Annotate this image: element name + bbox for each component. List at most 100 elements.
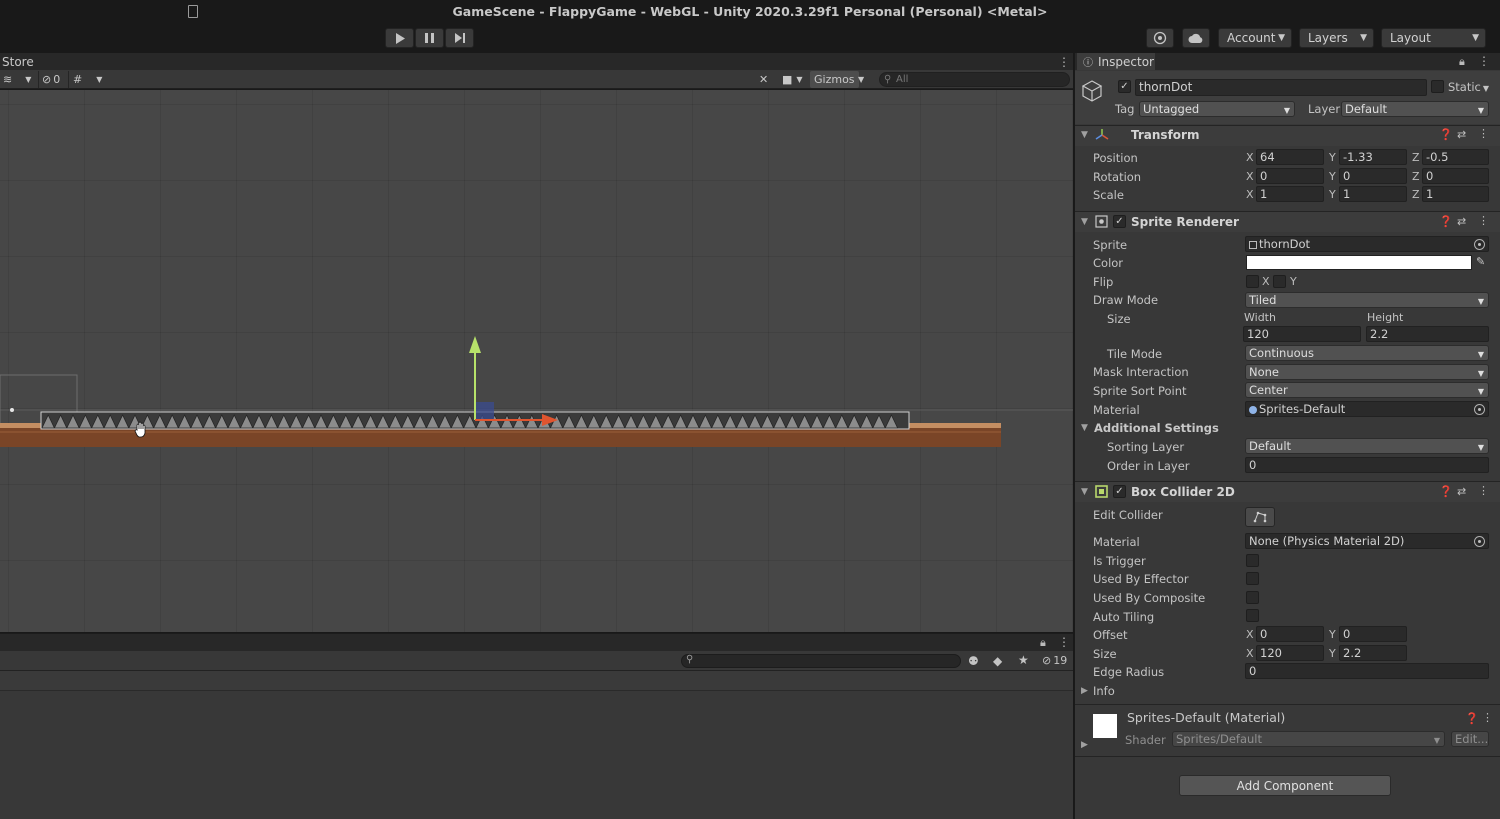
- rotation-z-field[interactable]: 0: [1422, 168, 1489, 184]
- draw-mode-dropdown[interactable]: ≋ ▼: [3, 71, 31, 88]
- scene-search-placeholder: All: [896, 74, 909, 85]
- help-icon[interactable]: ❓: [1439, 215, 1453, 228]
- offset-y-field[interactable]: 0: [1339, 626, 1407, 642]
- foldout-open-icon[interactable]: ▼: [1081, 487, 1088, 497]
- position-z-field[interactable]: -0.5: [1422, 149, 1489, 165]
- presets-icon[interactable]: ⇄: [1457, 128, 1466, 141]
- presets-icon[interactable]: ⇄: [1457, 485, 1466, 498]
- collider-size-y-field[interactable]: 2.2: [1339, 645, 1407, 661]
- object-name-field[interactable]: thornDot: [1135, 79, 1427, 96]
- object-picker-icon[interactable]: [1474, 536, 1485, 547]
- info-foldout[interactable]: Info: [1093, 684, 1115, 698]
- object-active-checkbox[interactable]: ✓: [1118, 80, 1131, 93]
- additional-settings-foldout[interactable]: Additional Settings: [1094, 421, 1219, 435]
- draw-mode-dropdown[interactable]: Tiled ▼: [1245, 292, 1489, 308]
- sprite-renderer-enabled-checkbox[interactable]: ✓: [1113, 215, 1126, 228]
- step-button[interactable]: [445, 28, 474, 48]
- panel-menu-icon[interactable]: ⋮: [1058, 635, 1070, 649]
- foldout-open-icon[interactable]: ▼: [1081, 217, 1088, 227]
- star-icon[interactable]: ★: [1018, 653, 1029, 667]
- used-by-composite-checkbox[interactable]: [1246, 591, 1259, 604]
- rotation-y-field[interactable]: 0: [1339, 168, 1407, 184]
- foldout-closed-icon[interactable]: ▶: [1081, 740, 1088, 750]
- scale-x-field[interactable]: 1: [1256, 186, 1324, 202]
- foldout-open-icon[interactable]: ▼: [1081, 423, 1088, 433]
- scene-visibility-toggle[interactable]: ⊘ 0: [42, 71, 60, 88]
- layers-dropdown[interactable]: Layers ▼: [1299, 28, 1374, 48]
- add-component-button[interactable]: Add Component: [1179, 775, 1391, 796]
- mask-interaction-dropdown[interactable]: None ▼: [1245, 364, 1489, 380]
- lock-icon[interactable]: 🔒︎: [1040, 636, 1046, 650]
- project-search-input[interactable]: ⚲: [681, 654, 961, 668]
- edit-collider-button[interactable]: [1245, 507, 1275, 527]
- foldout-closed-icon[interactable]: ▶: [1081, 686, 1088, 696]
- tile-mode-dropdown[interactable]: Continuous ▼: [1245, 345, 1489, 361]
- static-checkbox[interactable]: [1431, 80, 1444, 93]
- foldout-open-icon[interactable]: ▼: [1081, 130, 1088, 140]
- component-menu-icon[interactable]: ⋮: [1482, 711, 1493, 724]
- layer-dropdown[interactable]: Default ▼: [1341, 101, 1489, 117]
- account-dropdown[interactable]: Account ▼: [1218, 28, 1292, 48]
- tools-button[interactable]: ✕: [759, 71, 768, 88]
- is-trigger-checkbox[interactable]: [1246, 554, 1259, 567]
- component-menu-icon[interactable]: ⋮: [1478, 214, 1489, 227]
- collider-material-field[interactable]: None (Physics Material 2D): [1245, 533, 1489, 549]
- edge-radius-field[interactable]: 0: [1245, 663, 1489, 679]
- auto-tiling-checkbox[interactable]: [1246, 609, 1259, 622]
- camera-dropdown[interactable]: ■ ▼: [782, 71, 803, 88]
- scene-viewport[interactable]: [0, 90, 1073, 632]
- component-menu-icon[interactable]: ⋮: [1478, 127, 1489, 140]
- object-picker-icon[interactable]: [1474, 404, 1485, 415]
- chevron-down-icon: ▼: [796, 75, 803, 84]
- filter-type-icon[interactable]: ⚉: [968, 654, 979, 668]
- tag-icon[interactable]: ◆: [993, 654, 1002, 668]
- help-icon[interactable]: ❓: [1439, 485, 1453, 498]
- size-width-field[interactable]: 120: [1243, 326, 1361, 342]
- tag-dropdown[interactable]: Untagged ▼: [1139, 101, 1295, 117]
- help-icon[interactable]: ❓: [1465, 712, 1479, 725]
- grid-toggle[interactable]: # ▼: [73, 71, 102, 88]
- material-object-field[interactable]: Sprites-Default: [1245, 401, 1489, 417]
- gizmos-dropdown[interactable]: Gizmos: [810, 71, 859, 88]
- draw-mode-label: Draw Mode: [1093, 293, 1159, 307]
- scene-tab[interactable]: Store: [2, 55, 34, 69]
- eyedropper-icon[interactable]: ✎: [1476, 255, 1485, 268]
- static-dropdown[interactable]: Static ▼: [1448, 80, 1489, 94]
- presets-icon[interactable]: ⇄: [1457, 215, 1466, 228]
- inspector-tab[interactable]: ⓘ Inspector: [1077, 53, 1155, 70]
- panel-menu-icon[interactable]: ⋮: [1058, 55, 1070, 69]
- scale-y-field[interactable]: 1: [1339, 186, 1407, 202]
- layout-dropdown[interactable]: Layout ▼: [1381, 28, 1486, 48]
- position-y-field[interactable]: -1.33: [1339, 149, 1407, 165]
- panel-menu-icon[interactable]: ⋮: [1478, 54, 1490, 68]
- lock-icon[interactable]: 🔒︎: [1459, 55, 1465, 69]
- shader-dropdown[interactable]: Sprites/Default ▼: [1172, 731, 1445, 747]
- cloud-button[interactable]: [1182, 28, 1210, 48]
- offset-x-field[interactable]: 0: [1256, 626, 1324, 642]
- sorting-layer-dropdown[interactable]: Default ▼: [1245, 438, 1489, 454]
- gizmos-menu-button[interactable]: ▼: [858, 71, 864, 88]
- size-height-field[interactable]: 2.2: [1366, 326, 1489, 342]
- color-swatch[interactable]: [1246, 255, 1472, 270]
- shader-label: Shader: [1125, 733, 1166, 747]
- flip-y-checkbox[interactable]: [1273, 275, 1286, 288]
- sprite-sort-point-dropdown[interactable]: Center ▼: [1245, 382, 1489, 398]
- collab-button[interactable]: [1146, 28, 1174, 48]
- box-collider-enabled-checkbox[interactable]: ✓: [1113, 485, 1126, 498]
- order-in-layer-field[interactable]: 0: [1245, 457, 1489, 473]
- used-by-effector-checkbox[interactable]: [1246, 572, 1259, 585]
- object-picker-icon[interactable]: [1474, 239, 1485, 250]
- shader-edit-button[interactable]: Edit...: [1451, 731, 1489, 747]
- sprite-object-field[interactable]: thornDot: [1245, 236, 1489, 252]
- help-icon[interactable]: ❓: [1439, 128, 1453, 141]
- scene-search-input[interactable]: ⚲ All: [879, 72, 1070, 87]
- collider-size-x-field[interactable]: 120: [1256, 645, 1324, 661]
- scale-z-field[interactable]: 1: [1422, 186, 1489, 202]
- hidden-packages-toggle[interactable]: ⊘ 19: [1042, 654, 1067, 667]
- rotation-x-field[interactable]: 0: [1256, 168, 1324, 184]
- play-button[interactable]: [385, 28, 414, 48]
- position-x-field[interactable]: 64: [1256, 149, 1324, 165]
- component-menu-icon[interactable]: ⋮: [1478, 484, 1489, 497]
- flip-x-checkbox[interactable]: [1246, 275, 1259, 288]
- pause-button[interactable]: [415, 28, 444, 48]
